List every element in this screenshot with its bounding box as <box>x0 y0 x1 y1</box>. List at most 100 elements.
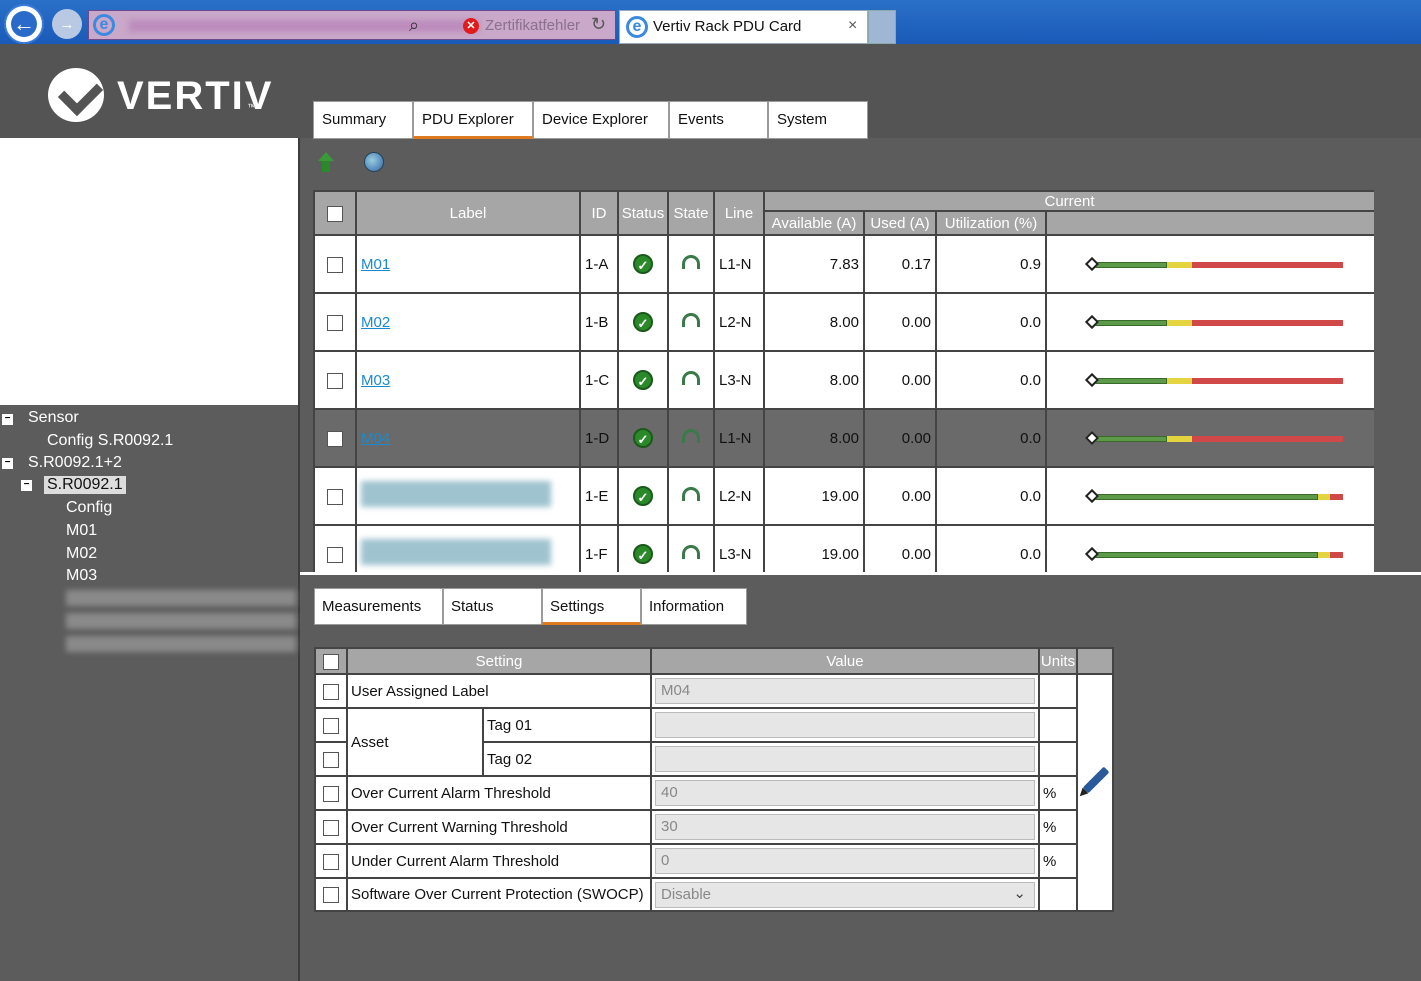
unit <box>1038 877 1078 912</box>
row-checkbox[interactable] <box>327 256 343 273</box>
back-button[interactable]: ← <box>4 4 44 44</box>
line-cell: L1-N <box>713 408 765 468</box>
globe-icon[interactable] <box>364 152 384 172</box>
line-cell: L3-N <box>713 524 765 574</box>
collapse-icon[interactable]: − <box>2 414 13 425</box>
status-cell: ✓ <box>617 350 669 410</box>
tree-node-m02[interactable]: M02 <box>66 545 97 563</box>
row-checkbox[interactable] <box>327 430 343 447</box>
row-checkbox-cell <box>314 809 348 845</box>
settings-select-all-checkbox[interactable] <box>323 653 339 670</box>
tab-title: Vertiv Rack PDU Card <box>653 18 802 35</box>
bar-normal-zone <box>1091 436 1167 442</box>
row-checkbox[interactable] <box>323 717 339 734</box>
tab-device-explorer[interactable]: Device Explorer <box>533 101 669 139</box>
tree-node-selected[interactable]: S.R0092.1 <box>44 476 126 494</box>
navigate-up-icon[interactable] <box>316 152 334 172</box>
row-checkbox[interactable] <box>327 372 343 389</box>
certificate-error-text[interactable]: Zertifikatfehler <box>485 17 580 34</box>
tree-node-m01[interactable]: M01 <box>66 522 97 540</box>
outlet-row[interactable]: M02 1-B ✓ L2-N 8.00 0.00 0.0 <box>313 292 1374 352</box>
row-checkbox[interactable] <box>327 546 343 563</box>
row-checkbox[interactable] <box>323 819 339 836</box>
bar-warning-zone <box>1166 320 1192 326</box>
col-line[interactable]: Line <box>713 190 765 236</box>
col-label[interactable]: Label <box>355 190 581 236</box>
forward-button[interactable]: → <box>52 9 82 39</box>
close-tab-icon[interactable]: × <box>848 17 857 35</box>
col-used[interactable]: Used (A) <box>863 210 937 236</box>
tag02-input[interactable] <box>655 746 1035 772</box>
tab-system[interactable]: System <box>768 101 868 139</box>
tree-node-redacted[interactable] <box>66 590 296 606</box>
col-utilization[interactable]: Utilization (%) <box>935 210 1047 236</box>
new-tab-button[interactable] <box>868 10 896 44</box>
panel-splitter[interactable] <box>300 572 1421 575</box>
outlet-label-link[interactable]: M01 <box>361 256 390 273</box>
used-cell: 0.00 <box>863 292 937 352</box>
panel-divider[interactable] <box>298 138 300 981</box>
outlet-row[interactable]: M04 1-D ✓ L1-N 8.00 0.00 0.0 <box>313 408 1374 468</box>
tree-node-config-sensor[interactable]: Config S.R0092.1 <box>47 432 173 450</box>
user-label-input[interactable]: M04 <box>655 678 1035 704</box>
device-tree: − Sensor Config S.R0092.1 − S.R0092.1+2 … <box>0 405 298 981</box>
oc-alarm-input[interactable]: 40 <box>655 780 1035 806</box>
search-icon[interactable]: ⌕ <box>409 15 419 36</box>
browser-tab[interactable]: e Vertiv Rack PDU Card × <box>619 10 868 44</box>
row-checkbox[interactable] <box>327 488 343 505</box>
tree-node-redacted[interactable] <box>66 613 296 629</box>
refresh-icon[interactable]: ↻ <box>591 14 606 35</box>
outlet-label-redacted[interactable] <box>361 539 551 565</box>
main-tabs: Summary PDU Explorer Device Explorer Eve… <box>313 101 868 139</box>
tag01-input[interactable] <box>655 712 1035 738</box>
oc-warning-input[interactable]: 30 <box>655 814 1035 840</box>
label-cell <box>355 524 581 574</box>
select-all-checkbox[interactable] <box>327 205 343 222</box>
outlet-row[interactable]: 1-E ✓ L2-N 19.00 0.00 0.0 <box>313 466 1374 526</box>
swocp-select[interactable]: Disable ⌄ <box>655 881 1035 908</box>
unit <box>1038 741 1078 777</box>
outlet-row[interactable]: 1-F ✓ L3-N 19.00 0.00 0.0 <box>313 524 1374 574</box>
tree-node-redacted[interactable] <box>66 636 296 652</box>
outlet-label-redacted[interactable] <box>361 481 551 507</box>
tab-pdu-explorer[interactable]: PDU Explorer <box>413 101 533 139</box>
tree-node-m03[interactable]: M03 <box>66 567 97 585</box>
settings-grid: Setting Value Units User Assigned Label … <box>314 647 1114 912</box>
tab-summary[interactable]: Summary <box>313 101 413 139</box>
outlet-label-link[interactable]: M04 <box>361 430 390 447</box>
label-cell: M04 <box>355 408 581 468</box>
tree-node-group[interactable]: S.R0092.1+2 <box>28 454 122 472</box>
col-state[interactable]: State <box>667 190 715 236</box>
col-available[interactable]: Available (A) <box>763 210 865 236</box>
outlet-row[interactable]: M01 1-A ✓ L1-N 7.83 0.17 0.9 <box>313 234 1374 294</box>
tab-settings[interactable]: Settings <box>542 588 641 625</box>
collapse-icon[interactable]: − <box>21 480 32 491</box>
value-cell: 30 <box>650 809 1040 845</box>
col-id[interactable]: ID <box>579 190 619 236</box>
row-checkbox[interactable] <box>327 314 343 331</box>
col-status[interactable]: Status <box>617 190 669 236</box>
row-checkbox[interactable] <box>323 683 339 700</box>
row-checkbox[interactable] <box>323 887 339 904</box>
outlet-row[interactable]: M03 1-C ✓ L3-N 8.00 0.00 0.0 <box>313 350 1374 410</box>
tree-node-sensor[interactable]: Sensor <box>28 409 79 427</box>
uc-alarm-input[interactable]: 0 <box>655 848 1035 874</box>
tree-node-config[interactable]: Config <box>66 499 112 517</box>
tab-status[interactable]: Status <box>443 588 542 625</box>
row-checkbox[interactable] <box>323 785 339 802</box>
setting-name: Tag 02 <box>482 741 652 777</box>
error-icon: ✕ <box>463 18 479 34</box>
row-checkbox[interactable] <box>323 751 339 768</box>
outlet-label-link[interactable]: M02 <box>361 314 390 331</box>
status-cell: ✓ <box>617 292 669 352</box>
tab-measurements[interactable]: Measurements <box>314 588 443 625</box>
pencil-edit-icon[interactable] <box>1082 766 1110 794</box>
outlet-label-link[interactable]: M03 <box>361 372 390 389</box>
collapse-icon[interactable]: − <box>2 458 13 469</box>
utilization-bar-cell <box>1044 408 1374 468</box>
tab-events[interactable]: Events <box>669 101 768 139</box>
power-state-icon <box>682 371 700 385</box>
row-checkbox[interactable] <box>323 853 339 870</box>
tab-information[interactable]: Information <box>641 588 747 625</box>
address-bar[interactable]: e ⌕ ✕ Zertifikatfehler ↻ <box>88 10 616 40</box>
